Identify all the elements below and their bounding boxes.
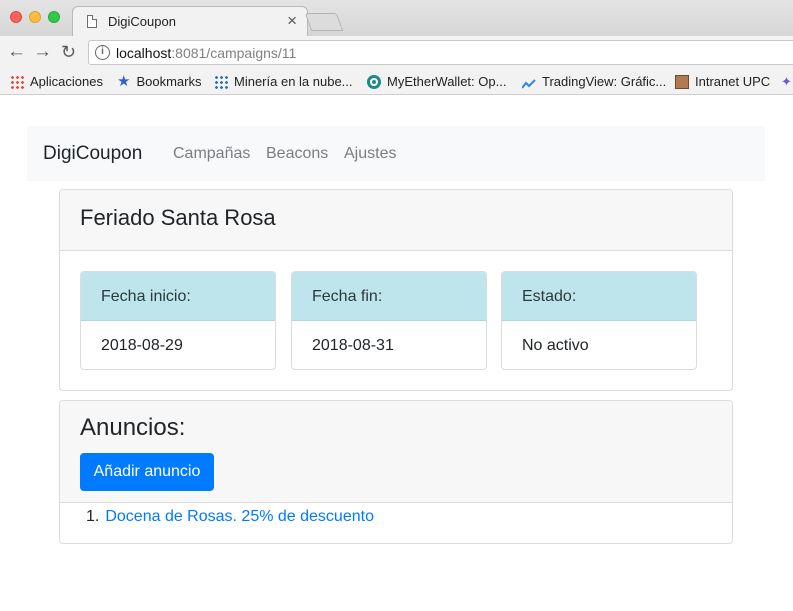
end-date-label: Fecha fin: (292, 272, 486, 321)
bookmark-myetherwallet[interactable]: MyEtherWallet: Op... (367, 74, 506, 89)
bookmark-label: TradingView: Gráfic... (542, 74, 667, 89)
bookmark-bookmarks[interactable]: ★ Bookmarks (117, 72, 202, 90)
new-tab-button[interactable] (304, 13, 344, 31)
grid-favicon-icon (214, 74, 228, 89)
nav-link-ajustes[interactable]: Ajustes (344, 145, 396, 163)
browser-tab[interactable]: DigiCoupon × (72, 6, 308, 37)
bookmark-aplicaciones[interactable]: Aplicaciones (10, 74, 103, 89)
start-date-label: Fecha inicio: (81, 272, 275, 321)
end-date-value: 2018-08-31 (312, 337, 394, 354)
tradingview-icon (521, 77, 536, 89)
brand-logo[interactable]: DigiCoupon (43, 143, 142, 165)
campaign-card: Feriado Santa Rosa Fecha inicio: 2018-08… (59, 189, 733, 391)
start-date-value: 2018-08-29 (101, 337, 183, 354)
bookmark-intranet-upc[interactable]: Intranet UPC (675, 74, 770, 89)
myetherwallet-icon (367, 74, 381, 89)
status-label: Estado: (502, 272, 696, 321)
back-arrow-icon[interactable]: ← (7, 41, 26, 63)
apps-grid-icon (10, 74, 24, 89)
list-item: 1. Docena de Rosas. 25% de descuento (86, 508, 374, 526)
bookmark-label: Aplicaciones (30, 74, 103, 89)
bookmark-mineria[interactable]: Minería en la nube... (214, 74, 353, 89)
ads-title: Anuncios: (80, 414, 186, 441)
ads-card: Anuncios: Añadir anuncio 1. Docena de Ros… (59, 400, 733, 544)
forward-arrow-icon[interactable]: → (33, 41, 52, 63)
nav-link-beacons[interactable]: Beacons (266, 145, 328, 163)
bookmark-tradingview[interactable]: TradingView: Gráfic... (521, 74, 667, 89)
campaign-card-header: Feriado Santa Rosa (60, 190, 732, 251)
nav-link-campanas[interactable]: Campañas (173, 145, 250, 163)
url-host: localhost (116, 45, 172, 61)
list-item-number: 1. (86, 508, 100, 525)
upc-favicon-icon (675, 74, 689, 89)
tab-title: DigiCoupon (108, 14, 176, 29)
browser-toolbar: ← → ↻ i localhost:8081/campaigns/11 (0, 36, 793, 69)
address-bar[interactable]: i localhost:8081/campaigns/11 (88, 40, 793, 65)
ads-card-header: Anuncios: Añadir anuncio (60, 401, 732, 503)
reload-icon[interactable]: ↻ (61, 41, 76, 63)
info-icon[interactable]: i (95, 45, 110, 60)
url-text[interactable]: localhost:8081/campaigns/11 (116, 45, 296, 61)
ad-link[interactable]: Docena de Rosas. 25% de descuento (105, 508, 374, 525)
close-window-icon[interactable] (10, 11, 22, 23)
bookmark-label: Minería en la nube... (234, 74, 353, 89)
status-card: Estado: No activo (501, 271, 697, 370)
puzzle-icon: ✦ (781, 74, 792, 89)
app-navbar: DigiCoupon Campañas Beacons Ajustes (27, 126, 765, 181)
bookmark-label: Intranet UPC (695, 74, 771, 89)
tab-close-icon[interactable]: × (287, 11, 297, 31)
campaign-title: Feriado Santa Rosa (80, 205, 276, 230)
browser-tab-strip: DigiCoupon × (0, 0, 793, 37)
start-date-card: Fecha inicio: 2018-08-29 (80, 271, 276, 370)
bookmark-label: Bookmarks (136, 74, 202, 89)
minimize-window-icon[interactable] (29, 11, 41, 23)
bookmarks-bar: Aplicaciones ★ Bookmarks Minería en la n… (0, 69, 793, 95)
url-path: :8081/campaigns/11 (171, 45, 297, 61)
maximize-window-icon[interactable] (48, 11, 60, 23)
bookmark-label: MyEtherWallet: Op... (387, 74, 507, 89)
document-icon (87, 15, 97, 28)
bookmark-overflow[interactable]: ✦ (781, 74, 793, 89)
status-value: No activo (522, 337, 589, 354)
star-icon: ★ (117, 72, 131, 90)
end-date-card: Fecha fin: 2018-08-31 (291, 271, 487, 370)
add-ad-button[interactable]: Añadir anuncio (80, 453, 214, 491)
ads-list: 1. Docena de Rosas. 25% de descuento (86, 508, 374, 526)
